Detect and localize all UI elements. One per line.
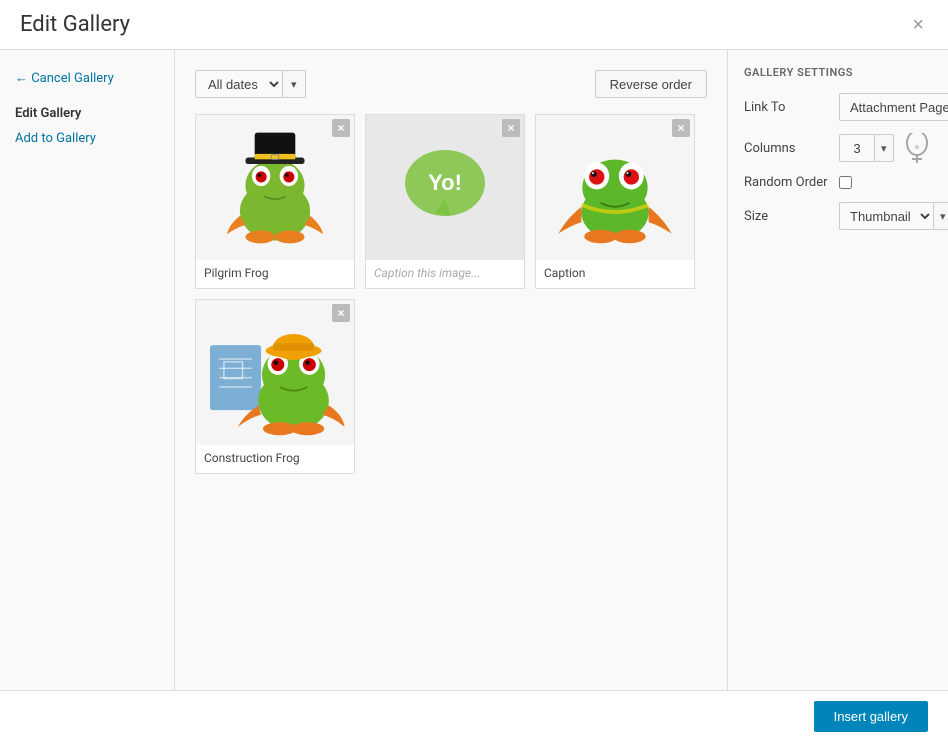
gallery-item-image: Yo! xyxy=(366,115,524,260)
cursor-icon xyxy=(902,133,932,163)
red-frog-image xyxy=(550,128,680,248)
reverse-order-button[interactable]: Reverse order xyxy=(595,70,707,98)
columns-label: Columns xyxy=(744,141,839,156)
svg-text:Yo!: Yo! xyxy=(428,170,462,195)
modal-body: ← Cancel Gallery Edit Gallery Add to Gal… xyxy=(0,50,948,690)
modal-footer: Insert gallery xyxy=(0,690,948,742)
columns-row: Columns ▾ xyxy=(744,133,932,163)
size-select[interactable]: Thumbnail xyxy=(839,202,934,230)
modal-title: Edit Gallery xyxy=(20,12,130,37)
random-order-row: Random Order xyxy=(744,175,932,190)
gallery-item-image xyxy=(196,115,354,260)
gallery-item: × xyxy=(195,114,355,289)
gallery-item: × xyxy=(535,114,695,289)
cancel-gallery-link[interactable]: ← Cancel Gallery xyxy=(15,70,159,86)
random-order-label: Random Order xyxy=(744,175,839,190)
sidebar-section-title: Edit Gallery xyxy=(15,106,159,121)
modal-close-button[interactable]: × xyxy=(908,15,928,35)
main-content: All dates ▾ Reverse order × xyxy=(175,50,728,690)
settings-panel: GALLERY SETTINGS Link To Attachment Page… xyxy=(728,50,948,690)
link-to-label: Link To xyxy=(744,100,839,115)
gallery-item-caption-placeholder: Caption this image... xyxy=(366,260,524,280)
link-to-select[interactable]: Attachment Page xyxy=(839,93,948,121)
gallery-item-caption: Caption xyxy=(536,260,694,280)
insert-gallery-button[interactable]: Insert gallery xyxy=(814,701,928,732)
columns-input[interactable] xyxy=(839,134,875,162)
pilgrim-frog-image xyxy=(215,128,335,248)
date-dropdown-button[interactable]: ▾ xyxy=(282,70,306,98)
gallery-grid: × xyxy=(195,114,707,474)
add-to-gallery-link[interactable]: Add to Gallery xyxy=(15,131,159,146)
remove-item-button[interactable]: × xyxy=(502,119,520,137)
remove-item-button[interactable]: × xyxy=(332,119,350,137)
gallery-item-caption: Pilgrim Frog xyxy=(196,260,354,280)
columns-arrow[interactable]: ▾ xyxy=(874,134,894,162)
size-arrow[interactable]: ▾ xyxy=(933,202,948,230)
toolbar: All dates ▾ Reverse order xyxy=(195,70,707,98)
link-to-row: Link To Attachment Page ▾ xyxy=(744,93,932,121)
gallery-item: × xyxy=(195,299,355,474)
gallery-item-image xyxy=(536,115,694,260)
remove-item-button[interactable]: × xyxy=(332,304,350,322)
size-label: Size xyxy=(744,209,839,224)
sidebar: ← Cancel Gallery Edit Gallery Add to Gal… xyxy=(0,50,175,690)
construction-frog-image xyxy=(205,308,345,438)
yo-bubble-image: Yo! xyxy=(395,138,495,238)
random-order-checkbox[interactable] xyxy=(839,176,852,189)
remove-item-button[interactable]: × xyxy=(672,119,690,137)
gallery-item: × Yo! Caption this image... xyxy=(365,114,525,289)
settings-panel-title: GALLERY SETTINGS xyxy=(744,66,932,79)
gallery-item-caption: Construction Frog xyxy=(196,445,354,465)
modal-header: Edit Gallery × xyxy=(0,0,948,50)
date-filter-select[interactable]: All dates xyxy=(195,70,282,98)
gallery-item-image xyxy=(196,300,354,445)
modal-wrapper: Edit Gallery × ← Cancel Gallery Edit Gal… xyxy=(0,0,948,742)
date-filter-wrapper: All dates ▾ xyxy=(195,70,306,98)
size-row: Size Thumbnail ▾ xyxy=(744,202,932,230)
